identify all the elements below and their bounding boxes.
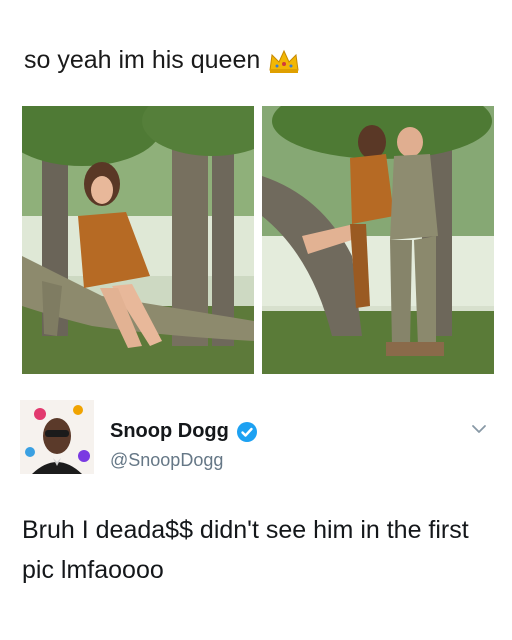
photo-soldier-holding-woman [262, 106, 494, 374]
author-name[interactable]: Snoop Dogg [110, 420, 229, 443]
avatar[interactable] [20, 400, 94, 474]
photo-woman-posing-on-camouflaged-soldier [22, 106, 254, 374]
post-caption: so yeah im his queen [24, 46, 300, 75]
tweet-header: Snoop Dogg @SnoopDogg [20, 400, 492, 480]
caption-text: so yeah im his queen [24, 46, 261, 74]
chevron-down-icon[interactable] [470, 420, 488, 438]
author-row[interactable]: Snoop Dogg [110, 420, 258, 443]
tweet-text: Bruh I deada$$ didn't see him in the fir… [22, 516, 469, 584]
verified-badge-icon [236, 421, 257, 442]
author-handle[interactable]: @SnoopDogg [110, 450, 223, 471]
crown-icon [269, 49, 299, 73]
